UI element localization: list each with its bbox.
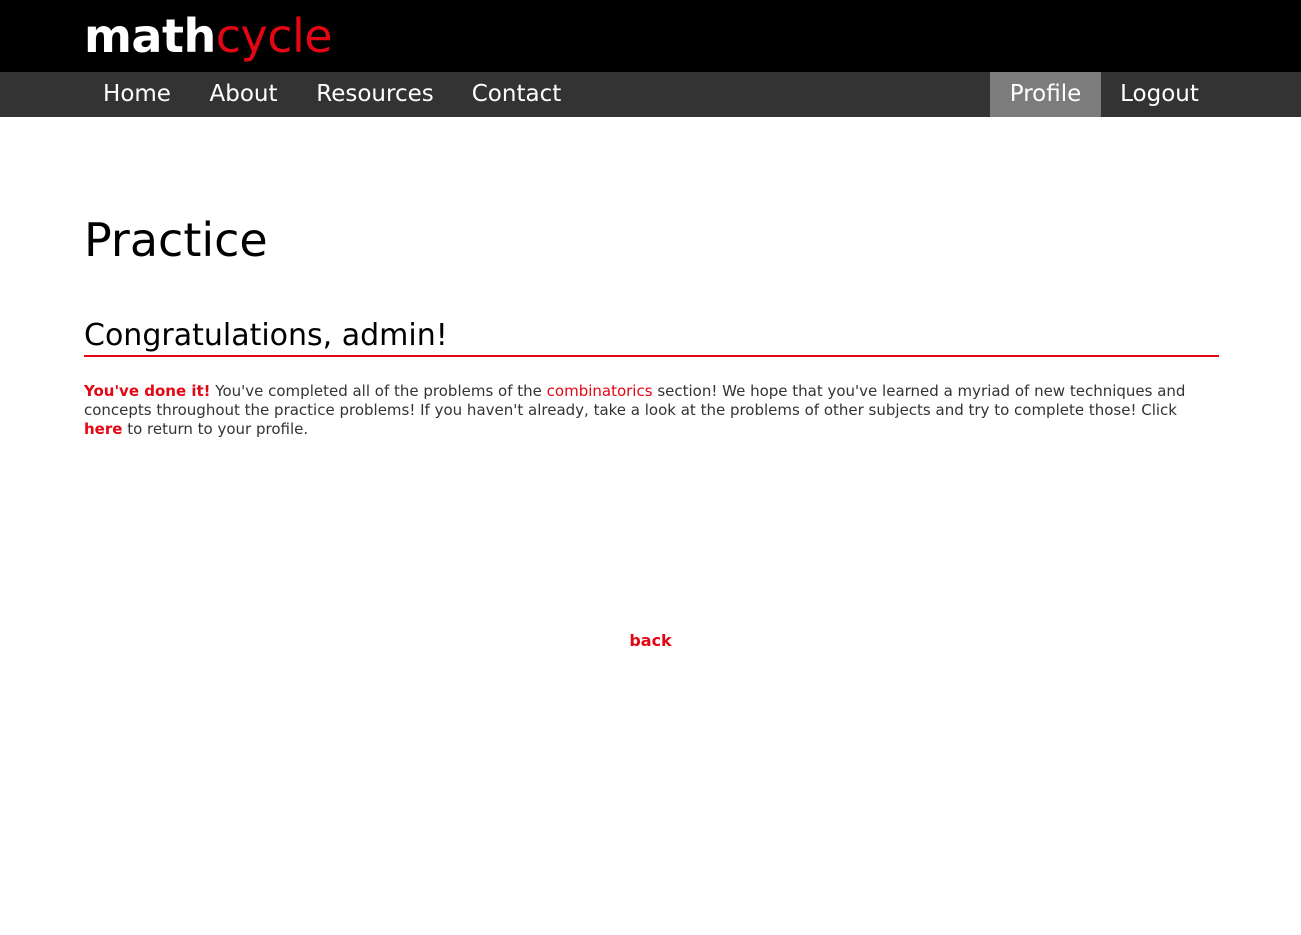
site-header: mathcycle xyxy=(0,0,1301,72)
page-title: Practice xyxy=(84,213,268,267)
nav-profile-link[interactable]: Profile xyxy=(990,72,1101,117)
nav-logout-link[interactable]: Logout xyxy=(1101,72,1218,117)
back-link-container: back xyxy=(0,630,1301,652)
nav-home-link[interactable]: Home xyxy=(84,72,190,117)
back-link[interactable]: back xyxy=(629,631,671,650)
heading-divider xyxy=(84,355,1219,357)
main-nav: Home About Resources Contact Profile Log… xyxy=(0,72,1301,117)
completion-message: You've done it! You've completed all of … xyxy=(84,382,1219,439)
profile-here-link[interactable]: here xyxy=(84,420,122,438)
subject-link[interactable]: combinatorics xyxy=(547,382,653,400)
logo-main-text: math xyxy=(84,9,216,63)
nav-resources-link[interactable]: Resources xyxy=(297,72,453,117)
message-text-part3: to return to your profile. xyxy=(122,420,309,438)
site-logo[interactable]: mathcycle xyxy=(84,6,333,66)
nav-about-link[interactable]: About xyxy=(190,72,297,117)
nav-contact-link[interactable]: Contact xyxy=(453,72,580,117)
congratulations-heading: Congratulations, admin! xyxy=(84,318,448,353)
logo-accent-text: cycle xyxy=(215,9,333,63)
message-lead: You've done it! xyxy=(84,382,211,400)
message-text-part1: You've completed all of the problems of … xyxy=(210,382,547,400)
